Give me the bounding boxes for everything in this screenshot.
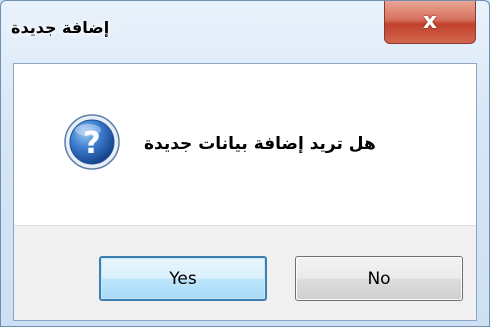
- question-icon: ?: [64, 114, 120, 170]
- svg-text:?: ?: [83, 126, 100, 161]
- close-icon: x: [422, 9, 438, 34]
- title-bar[interactable]: إضافة جديدة x: [1, 1, 489, 63]
- button-bar: Yes No: [14, 225, 476, 320]
- dialog-message: هل تريد إضافة بيانات جديدة: [144, 134, 376, 154]
- dialog-window: إضافة جديدة x ? هل تريد إضافة بيانات جدي…: [0, 0, 490, 327]
- window-title: إضافة جديدة: [11, 18, 110, 37]
- message-area: ? هل تريد إضافة بيانات جديدة: [14, 64, 476, 225]
- yes-button[interactable]: Yes: [99, 256, 267, 301]
- no-button[interactable]: No: [295, 256, 463, 301]
- dialog-client-area: ? هل تريد إضافة بيانات جديدة Yes No: [13, 63, 477, 321]
- close-button[interactable]: x: [384, 1, 476, 44]
